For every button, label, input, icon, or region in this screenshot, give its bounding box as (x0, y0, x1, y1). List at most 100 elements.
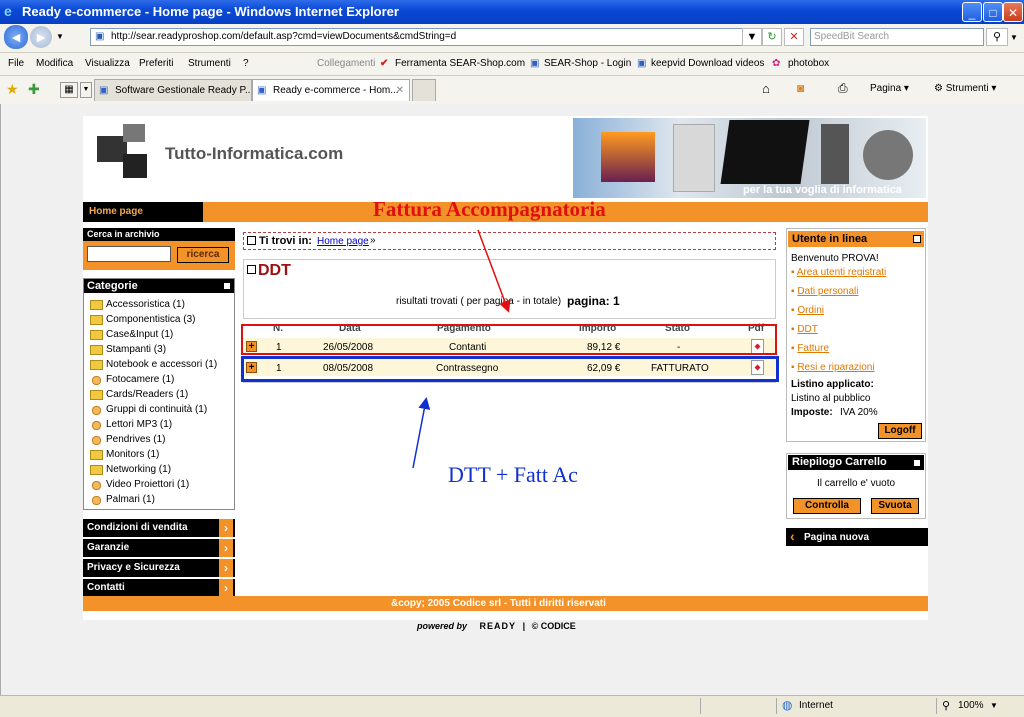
archive-search-input[interactable] (87, 246, 171, 262)
search-dropdown-icon[interactable]: ▼ (1010, 33, 1018, 42)
chevron-right-icon: › (219, 539, 233, 557)
collapse-icon[interactable] (913, 235, 921, 243)
add-favorite-icon[interactable]: ✚ (28, 81, 40, 98)
history-dropdown-icon[interactable]: ▼ (56, 32, 64, 41)
chevron-left-icon: ‹ (790, 528, 795, 544)
menu-help[interactable]: ? (243, 58, 249, 69)
tab-software-gestionale[interactable]: ▣ Software Gestionale Ready P... (94, 79, 252, 101)
link-ferramenta[interactable]: Ferramenta SEAR-Shop.com (395, 58, 525, 69)
category-item[interactable]: Notebook e accessori (1) (84, 357, 234, 372)
category-item[interactable]: Palmari (1) (84, 492, 234, 507)
print-icon[interactable]: ⎙ (838, 81, 848, 96)
new-tab-button[interactable] (412, 79, 436, 101)
breadcrumb-home-link[interactable]: Home page (317, 236, 369, 247)
stop-icon[interactable]: ✕ (784, 28, 804, 46)
search-icon[interactable]: ⚲ (986, 28, 1008, 46)
category-item[interactable]: Stampanti (3) (84, 342, 234, 357)
category-item[interactable]: Video Proiettori (1) (84, 477, 234, 492)
empty-cart-button[interactable]: Svuota (871, 498, 919, 514)
chevron-right-icon: › (219, 559, 233, 577)
category-item[interactable]: Cards/Readers (1) (84, 387, 234, 402)
expand-icon[interactable]: + (246, 362, 257, 373)
ready-logo: READY (479, 621, 517, 631)
zoom-level[interactable]: 100% (958, 700, 984, 711)
zoom-icon[interactable]: ⚲ (942, 699, 950, 712)
address-input[interactable]: ▣ http://sear.readyproshop.com/default.a… (90, 28, 756, 46)
link-photobox[interactable]: photobox (788, 58, 829, 69)
table-row[interactable]: + 1 26/05/2008 Contanti 89,12 € - (243, 338, 776, 355)
category-item[interactable]: Componentistica (3) (84, 312, 234, 327)
tab-list-icon[interactable]: ▼ (80, 82, 92, 98)
user-link[interactable]: DDT (797, 324, 818, 335)
menu-file[interactable]: File (8, 58, 24, 69)
logoff-button[interactable]: Logoff (878, 423, 922, 439)
category-label: Monitors (1) (106, 449, 160, 460)
forward-button[interactable]: ► (30, 26, 52, 48)
category-item[interactable]: Monitors (1) (84, 447, 234, 462)
close-tab-icon[interactable]: ✕ (396, 80, 404, 101)
favorites-star-icon[interactable]: ★ (6, 81, 19, 98)
sidelink-contatti[interactable]: Contatti › (83, 579, 235, 597)
feeds-icon[interactable]: ◙ (797, 81, 804, 95)
new-page-button[interactable]: ‹ Pagina nuova (786, 528, 928, 546)
menu-visualizza[interactable]: Visualizza (85, 58, 130, 69)
pdf-icon[interactable] (751, 360, 764, 375)
ie-icon: e (4, 3, 12, 19)
category-label: Networking (1) (106, 464, 172, 475)
page-icon: ▣ (99, 85, 109, 96)
menu-preferiti[interactable]: Preferiti (139, 58, 173, 69)
search-button[interactable]: ricerca (177, 247, 229, 263)
user-link[interactable]: Resi e riparazioni (797, 362, 874, 373)
minimize-button[interactable]: _ (962, 2, 982, 22)
category-item[interactable]: Fotocamere (1) (84, 372, 234, 387)
pdf-icon[interactable] (751, 339, 764, 354)
collapse-icon[interactable] (223, 282, 231, 290)
breadcrumb-separator: » (370, 235, 376, 246)
address-dropdown-icon[interactable]: ▼ (742, 28, 762, 46)
zoom-dropdown-icon[interactable]: ▼ (990, 701, 998, 710)
categories-box: Categorie Accessoristica (1) Componentis… (83, 278, 235, 510)
search-label: Cerca in archivio (87, 229, 160, 239)
nav-home[interactable]: Home page (83, 202, 203, 222)
back-button[interactable]: ◄ (4, 25, 28, 49)
site-logo (97, 124, 157, 182)
sidelink-condizioni[interactable]: Condizioni di vendita › (83, 519, 235, 537)
quick-tabs-icon[interactable]: ▦ (60, 82, 78, 98)
tab-ready-ecommerce[interactable]: ▣ Ready e-commerce - Hom... ✕ (252, 79, 410, 101)
user-link[interactable]: Fatture (797, 343, 829, 354)
tab-bar: ★ ✚ ▦ ▼ ▣ Software Gestionale Ready P...… (0, 76, 1024, 105)
link-keepvid[interactable]: keepvid Download videos (651, 58, 764, 69)
user-link[interactable]: Ordini (797, 305, 824, 316)
cell-status: - (677, 342, 681, 353)
sidelink-label: Garanzie (87, 542, 130, 553)
maximize-button[interactable]: □ (983, 2, 1003, 22)
refresh-icon[interactable]: ↻ (762, 28, 782, 46)
bullet-icon (247, 236, 256, 245)
tools-menu[interactable]: ⚙ Strumenti ▾ (934, 83, 996, 94)
category-item[interactable]: Pendrives (1) (84, 432, 234, 447)
collapse-icon[interactable] (913, 459, 921, 467)
category-item[interactable]: Case&Input (1) (84, 327, 234, 342)
search-input[interactable]: SpeedBit Search (810, 28, 984, 46)
page-menu[interactable]: Pagina ▾ (870, 83, 909, 94)
user-link[interactable]: Dati personali (797, 286, 858, 297)
close-button[interactable]: ✕ (1003, 2, 1023, 22)
category-item[interactable]: Networking (1) (84, 462, 234, 477)
category-item[interactable]: Gruppi di continuità (1) (84, 402, 234, 417)
link-sear-login[interactable]: SEAR-Shop - Login (544, 58, 631, 69)
check-cart-button[interactable]: Controlla (793, 498, 861, 514)
expand-icon[interactable]: + (246, 341, 257, 352)
bullet-icon (247, 265, 256, 274)
user-link[interactable]: Area utenti registrati (797, 267, 887, 278)
menu-strumenti[interactable]: Strumenti (188, 58, 231, 69)
category-item[interactable]: Lettori MP3 (1) (84, 417, 234, 432)
menu-modifica[interactable]: Modifica (36, 58, 73, 69)
table-row[interactable]: + 1 08/05/2008 Contrassegno 62,09 € FATT… (243, 359, 776, 376)
cell-amount: 89,12 € (587, 342, 621, 353)
breadcrumb: Ti trovi in: Home page » (243, 232, 776, 250)
sidelink-garanzie[interactable]: Garanzie › (83, 539, 235, 557)
home-icon[interactable]: ⌂ (762, 81, 770, 96)
sidelink-privacy[interactable]: Privacy e Sicurezza › (83, 559, 235, 577)
category-label: Fotocamere (1) (106, 374, 175, 385)
category-item[interactable]: Accessoristica (1) (84, 297, 234, 312)
